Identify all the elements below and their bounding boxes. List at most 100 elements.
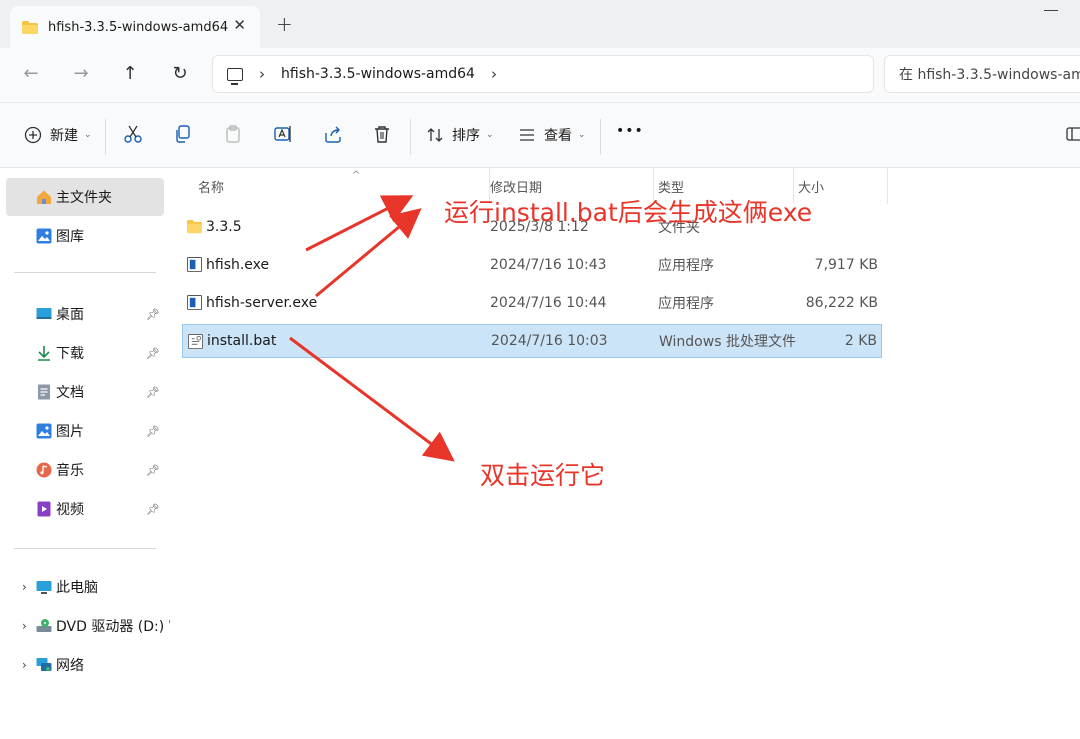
sidebar-item-label: 下载 xyxy=(56,346,84,362)
sidebar-item-label: 文档 xyxy=(56,385,84,401)
copy-icon[interactable] xyxy=(172,123,194,145)
sidebar-item-home[interactable]: 主文件夹 xyxy=(6,178,164,216)
sidebar-item-label: 桌面 xyxy=(56,307,84,323)
sidebar-item-downloads[interactable]: 下载 📌︎ xyxy=(6,334,164,372)
title-bar: hfish-3.3.5-windows-amd64 ✕ + xyxy=(0,0,1080,48)
file-size: 86,222 KB xyxy=(805,295,878,311)
annotation-text: 运行install.bat后会生成这俩exe xyxy=(444,198,813,227)
sidebar-item-label: 主文件夹 xyxy=(56,190,112,206)
document-icon xyxy=(38,384,50,400)
address-path[interactable]: hfish-3.3.5-windows-amd64 xyxy=(281,66,475,82)
pin-icon[interactable]: 📌︎ xyxy=(146,308,160,321)
delete-icon[interactable] xyxy=(371,123,393,145)
annotation-text: 双击运行它 xyxy=(480,461,606,490)
chevron-right-icon[interactable]: › xyxy=(22,580,27,594)
divider xyxy=(14,548,156,549)
file-row-selected[interactable]: install.bat 2024/7/16 10:03 Windows 批处理文… xyxy=(182,324,882,358)
new-label: 新建 xyxy=(50,128,78,144)
address-bar[interactable]: › hfish-3.3.5-windows-amd64 › xyxy=(212,55,874,93)
paste-icon[interactable] xyxy=(222,123,244,145)
file-size: 2 KB xyxy=(844,333,877,349)
sidebar-item-desktop[interactable]: 桌面 📌︎ xyxy=(6,295,164,333)
new-tab-button[interactable]: + xyxy=(276,12,293,36)
file-date: 2024/7/16 10:03 xyxy=(491,333,608,349)
chevron-right-icon[interactable]: › xyxy=(491,65,497,83)
command-bar: 新建 ⌄ 排序 ⌄ 查看 ⌄ ••• xyxy=(0,102,1080,168)
pictures-icon xyxy=(36,423,52,439)
gallery-icon xyxy=(36,228,52,244)
file-date: 2024/7/16 10:43 xyxy=(490,257,607,273)
chevron-down-icon: ⌄ xyxy=(486,130,494,140)
up-arrow-icon[interactable]: ↑ xyxy=(119,63,141,84)
view-label: 查看 xyxy=(544,128,572,144)
this-pc-icon xyxy=(227,67,243,85)
sidebar-item-label: 此电脑 xyxy=(56,580,98,596)
sidebar-item-documents[interactable]: 文档 📌︎ xyxy=(6,373,164,411)
file-date: 2024/7/16 10:44 xyxy=(490,295,607,311)
exe-icon xyxy=(187,295,202,310)
search-input[interactable]: 在 hfish-3.3.5-windows-amd64 xyxy=(884,55,1080,93)
file-type: Windows 批处理文件 xyxy=(659,334,796,350)
view-button[interactable]: 查看 ⌄ xyxy=(518,125,586,145)
sidebar-item-pictures[interactable]: 图片 📌︎ xyxy=(6,412,164,450)
forward-arrow-icon[interactable]: → xyxy=(70,63,92,84)
pin-icon[interactable]: 📌︎ xyxy=(146,464,160,477)
new-button[interactable]: 新建 ⌄ xyxy=(24,125,92,145)
divider xyxy=(410,119,411,155)
exe-icon xyxy=(187,257,202,272)
refresh-icon[interactable]: ↻ xyxy=(169,63,191,84)
desktop-icon xyxy=(36,308,52,319)
chevron-right-icon[interactable]: › xyxy=(259,65,265,83)
this-pc-icon xyxy=(36,581,52,594)
sidebar-item-network[interactable]: › 网络 xyxy=(6,646,164,684)
search-placeholder: 在 hfish-3.3.5-windows-amd64 xyxy=(899,67,1080,83)
sidebar-item-this-pc[interactable]: › 此电脑 xyxy=(6,568,164,606)
details-pane-icon[interactable] xyxy=(1064,123,1080,145)
chevron-right-icon[interactable]: › xyxy=(22,619,27,633)
minimize-button[interactable] xyxy=(1044,10,1058,11)
tab-title: hfish-3.3.5-windows-amd64 xyxy=(48,19,229,35)
music-icon xyxy=(36,462,52,478)
sort-button[interactable]: 排序 ⌄ xyxy=(426,125,494,145)
network-icon xyxy=(36,658,52,671)
bat-icon xyxy=(188,334,203,349)
tab-hfish[interactable]: hfish-3.3.5-windows-amd64 ✕ xyxy=(10,6,260,48)
column-label: 名称 xyxy=(198,180,225,196)
sort-icon xyxy=(427,128,443,142)
pin-icon[interactable]: 📌︎ xyxy=(146,386,160,399)
sidebar-item-dvd-drive[interactable]: › DVD 驱动器 (D:) W xyxy=(6,607,183,645)
navigation-bar: ← → ↑ ↻ › hfish-3.3.5-windows-amd64 › 在 … xyxy=(0,48,1080,102)
navigation-pane: 主文件夹 图库 桌面 📌︎ 下载 📌︎ 文档 📌︎ 图片 📌︎ 音乐 📌︎ 视频… xyxy=(0,168,183,739)
pin-icon[interactable]: 📌︎ xyxy=(146,347,160,360)
close-tab-icon[interactable]: ✕ xyxy=(233,16,246,34)
pin-icon[interactable]: 📌︎ xyxy=(146,425,160,438)
file-row[interactable]: hfish.exe 2024/7/16 10:43 应用程序 7,917 KB xyxy=(182,248,882,282)
file-name: 3.3.5 xyxy=(206,219,242,235)
sidebar-item-label: DVD 驱动器 (D:) W xyxy=(56,619,183,635)
file-name: hfish.exe xyxy=(206,257,270,273)
sort-ascending-icon: ^ xyxy=(352,170,361,181)
sidebar-item-gallery[interactable]: 图库 xyxy=(6,217,164,255)
file-list: 名称 ^ 修改日期 类型 大小 3.3.5 2025/3/8 1:12 文件夹 … xyxy=(170,168,1080,739)
rename-icon[interactable] xyxy=(272,123,294,145)
file-row[interactable]: hfish-server.exe 2024/7/16 10:44 应用程序 86… xyxy=(182,286,882,320)
folder-icon xyxy=(187,219,202,234)
sort-label: 排序 xyxy=(452,128,480,144)
chevron-right-icon[interactable]: › xyxy=(22,658,27,672)
more-options-button[interactable]: ••• xyxy=(616,123,644,139)
sidebar-item-label: 音乐 xyxy=(56,463,84,479)
home-icon xyxy=(37,190,51,204)
chevron-down-icon: ⌄ xyxy=(84,130,92,140)
share-icon[interactable] xyxy=(322,123,344,145)
back-arrow-icon[interactable]: ← xyxy=(20,63,42,84)
file-size: 7,917 KB xyxy=(814,257,878,273)
sidebar-item-videos[interactable]: 视频 📌︎ xyxy=(6,490,164,528)
file-name: install.bat xyxy=(207,333,277,349)
divider xyxy=(600,119,601,155)
sidebar-item-music[interactable]: 音乐 📌︎ xyxy=(6,451,164,489)
video-icon xyxy=(37,501,51,517)
sidebar-item-label: 网络 xyxy=(56,658,84,674)
pin-icon[interactable]: 📌︎ xyxy=(146,503,160,516)
cut-icon[interactable] xyxy=(122,123,144,145)
dvd-drive-icon xyxy=(36,619,52,632)
